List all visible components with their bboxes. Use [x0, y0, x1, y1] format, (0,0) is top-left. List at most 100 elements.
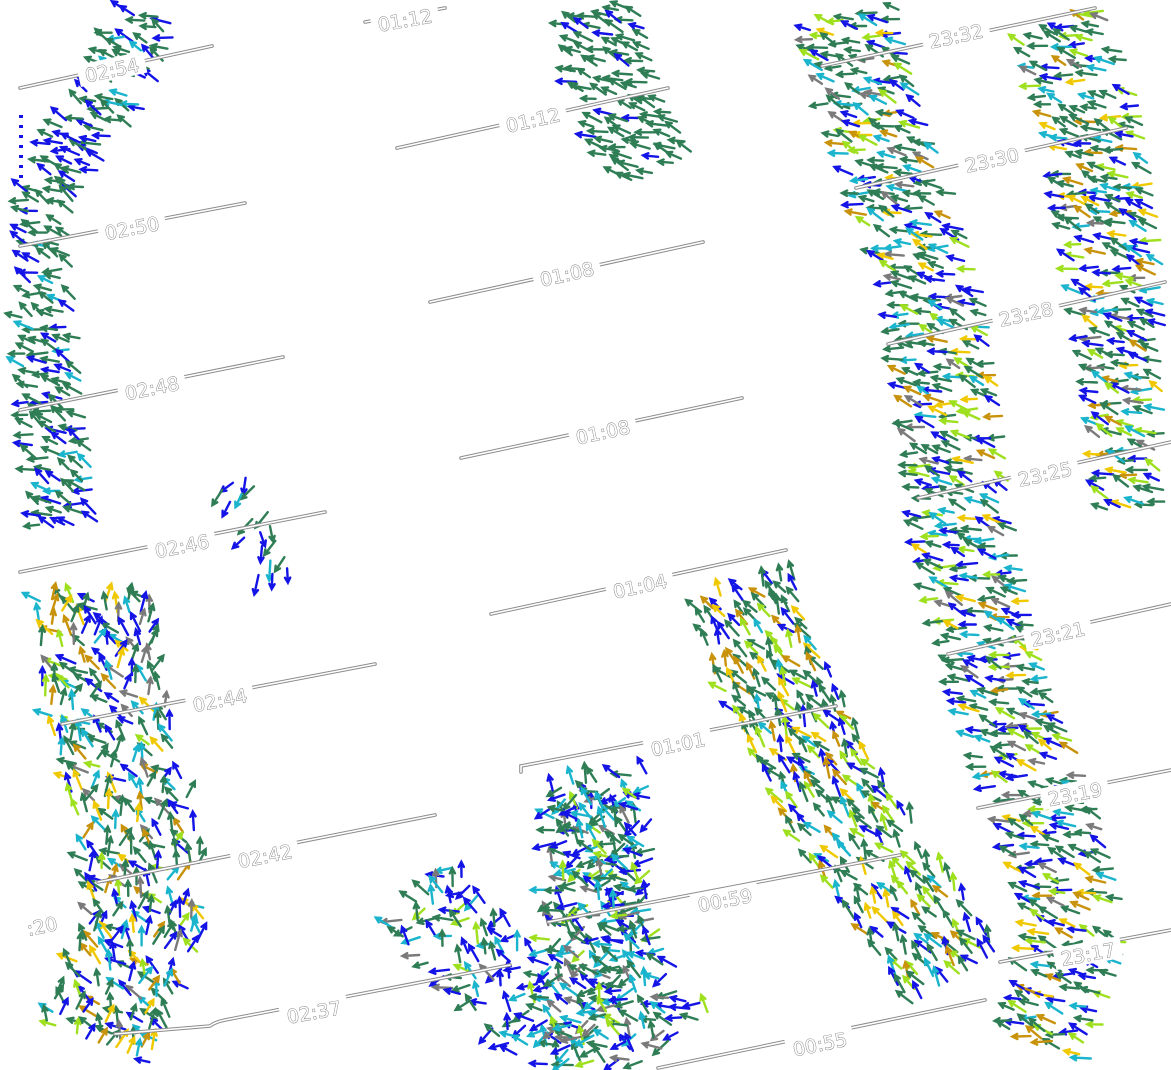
wind-arrow [822, 756, 831, 779]
wind-arrow [1073, 33, 1093, 42]
wind-arrow [936, 851, 944, 873]
wind-arrow [42, 118, 63, 129]
wind-arrow [976, 937, 989, 959]
wind-arrow [839, 110, 858, 119]
wind-arrow [131, 663, 140, 684]
wind-arrow [987, 698, 1010, 706]
wind-arrow [652, 972, 668, 988]
wind-arrow [460, 936, 470, 954]
wind-arrow [149, 1017, 163, 1030]
wind-arrow [649, 1001, 666, 1014]
wind-arrow [1095, 422, 1113, 437]
wind-arrow [1027, 757, 1046, 766]
wind-arrow [6, 349, 26, 358]
wind-arrow [880, 354, 904, 363]
wind-arrow [832, 13, 854, 21]
wind-arrow [678, 1012, 699, 1021]
wind-arrow [1084, 1020, 1104, 1029]
wind-arrow [898, 156, 919, 164]
wind-arrow [948, 237, 970, 248]
wind-arrow [948, 400, 969, 412]
wind-arrow [931, 382, 953, 392]
wind-arrow [787, 572, 798, 591]
wind-arrow [502, 965, 521, 974]
wind-arrow [775, 562, 784, 582]
wind-arrow [983, 395, 1001, 407]
wind-arrow [1127, 476, 1149, 484]
wind-arrow [1041, 834, 1060, 843]
wind-arrow [93, 967, 101, 987]
wind-arrow [896, 879, 909, 895]
wind-arrow [842, 46, 861, 54]
wind-arrow [128, 960, 137, 982]
wind-arrow [977, 601, 998, 611]
wind-arrow [882, 2, 900, 11]
wind-arrow [1106, 230, 1127, 238]
wind-arrow [888, 226, 909, 234]
wind-arrow [1104, 893, 1123, 902]
wind-arrow [72, 768, 83, 791]
wind-arrow [640, 152, 660, 160]
wind-arrow [956, 545, 975, 554]
wind-arrow [1083, 424, 1101, 438]
wind-arrow [1024, 651, 1043, 661]
wind-arrow [990, 597, 1011, 609]
wind-arrow [77, 901, 93, 915]
wind-arrow [1142, 472, 1160, 482]
wind-arrow [826, 149, 849, 157]
wind-arrow [507, 992, 526, 1002]
wind-arrow [1029, 840, 1050, 849]
wind-arrow [1087, 326, 1110, 337]
wind-arrow [1137, 208, 1159, 218]
wind-arrow [961, 410, 981, 421]
wind-arrow [74, 717, 82, 742]
wind-arrow [955, 265, 976, 273]
wind-arrow [664, 150, 683, 160]
wind-arrow [893, 124, 911, 134]
wind-arrow [558, 881, 576, 889]
wind-arrow [731, 694, 747, 707]
wind-arrow [457, 859, 466, 879]
wind-arrow [732, 638, 748, 658]
wind-arrow [886, 364, 906, 375]
wind-arrow [425, 919, 437, 938]
wind-arrow [49, 146, 71, 155]
wind-arrow [943, 861, 952, 882]
wind-arrow [895, 109, 915, 120]
wind-arrow [624, 5, 642, 17]
wind-arrow [893, 181, 915, 189]
wind-arrow [930, 476, 953, 486]
wind-arrow [93, 93, 114, 101]
wind-arrow [151, 817, 162, 836]
wind-arrow [1089, 502, 1109, 511]
wind-arrow [1016, 686, 1033, 698]
wind-arrow [124, 878, 132, 898]
wind-arrow [935, 270, 956, 278]
wind-arrow [1003, 564, 1023, 573]
wind-arrow [160, 733, 174, 749]
time-label: 23:21 [1029, 618, 1087, 651]
wind-arrow [140, 644, 149, 664]
wind-arrow [857, 194, 875, 203]
wind-arrow [126, 103, 145, 112]
wind-arrow [427, 967, 451, 975]
wind-arrow [450, 983, 471, 993]
wind-arrow [1144, 457, 1161, 472]
wind-arrow [1086, 100, 1107, 109]
wind-arrow [1142, 403, 1166, 411]
wind-arrow [5, 356, 25, 368]
edge-fragment [19, 115, 23, 178]
wind-arrow [859, 758, 876, 770]
wind-arrow [797, 848, 812, 864]
wind-arrow [48, 683, 57, 706]
wind-arrow [14, 342, 34, 353]
wind-arrow [1073, 234, 1094, 244]
wind-arrow [141, 905, 161, 915]
wind-arrow [273, 556, 286, 574]
wind-arrow [812, 802, 825, 817]
wind-arrow [826, 810, 843, 824]
wind-arrow [103, 692, 120, 703]
wind-arrow [46, 714, 57, 737]
wind-arrow [1011, 944, 1035, 952]
wind-arrow [1060, 284, 1082, 295]
